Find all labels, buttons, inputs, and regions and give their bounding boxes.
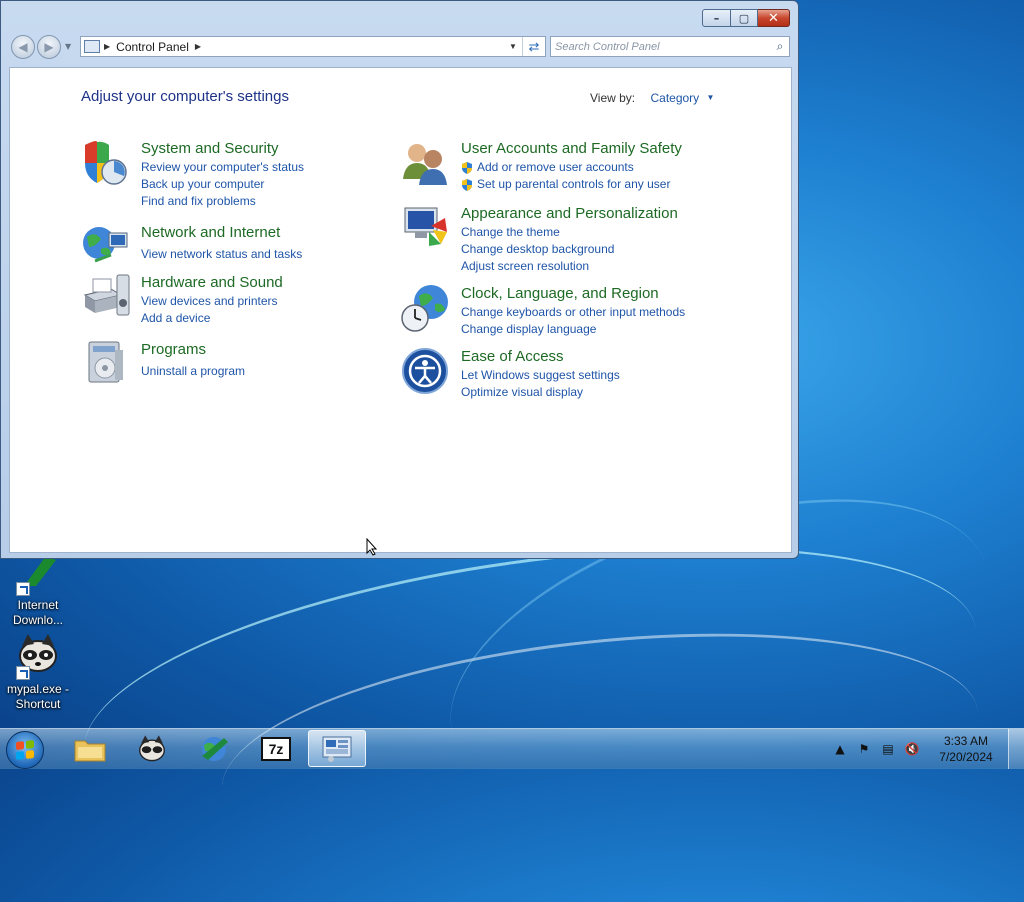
category-title[interactable]: Programs bbox=[141, 340, 441, 360]
ease-of-access-icon[interactable] bbox=[401, 347, 451, 395]
back-arrow-icon: ◀ bbox=[18, 40, 28, 54]
minimize-icon: – bbox=[713, 11, 720, 25]
printer-speaker-icon[interactable] bbox=[81, 273, 131, 321]
file-explorer-icon bbox=[74, 740, 106, 761]
refresh-icon: ⇄ bbox=[528, 38, 540, 54]
breadcrumb-arrow-icon[interactable]: ▶ bbox=[195, 42, 201, 51]
view-by-label: View by: bbox=[590, 91, 636, 105]
category-title[interactable]: Ease of Access bbox=[461, 347, 761, 367]
back-button[interactable]: ◀ bbox=[11, 35, 35, 59]
maximize-icon: ▢ bbox=[738, 11, 750, 25]
category-link[interactable]: View devices and printers bbox=[141, 293, 441, 310]
taskbar-control-panel[interactable] bbox=[308, 730, 366, 767]
category-link[interactable]: Set up parental controls for any user bbox=[461, 176, 761, 193]
category-link[interactable]: Uninstall a program bbox=[141, 363, 441, 380]
view-by: View by: Category ▼ bbox=[590, 91, 714, 105]
category-link[interactable]: Find and fix problems bbox=[141, 193, 441, 210]
taskbar-file-explorer[interactable] bbox=[62, 730, 118, 767]
clock[interactable]: 3:33 AM 7/20/2024 bbox=[930, 733, 1002, 765]
system-tray: ▲ ⚑ ▤ 🔇 3:33 AM 7/20/2024 bbox=[826, 729, 1024, 769]
control-panel-window[interactable]: – ▢ ✕ ◀ ▶ ▼ ▶ Control Panel ▶ ▼ ⇄ ⌕ bbox=[0, 0, 799, 559]
category-title[interactable]: Network and Internet bbox=[141, 223, 441, 243]
control-panel-icon bbox=[322, 736, 352, 762]
search-icon[interactable]: ⌕ bbox=[771, 39, 789, 54]
uac-shield-icon bbox=[462, 161, 472, 174]
action-center-flag-icon[interactable]: ⚑ bbox=[854, 742, 874, 756]
refresh-button[interactable]: ⇄ bbox=[522, 37, 545, 56]
search-input[interactable] bbox=[551, 39, 771, 54]
internet-download-manager-icon bbox=[16, 556, 60, 596]
raccoon-icon bbox=[16, 632, 60, 680]
category-link[interactable]: Add a device bbox=[141, 310, 441, 327]
view-by-dropdown[interactable]: Category bbox=[650, 91, 699, 105]
caption-buttons: – ▢ ✕ bbox=[702, 9, 790, 27]
category-title[interactable]: Clock, Language, and Region bbox=[461, 284, 761, 304]
category-title[interactable]: User Accounts and Family Safety bbox=[461, 139, 761, 159]
taskbar-7zip[interactable]: 7z bbox=[248, 730, 304, 767]
category-link[interactable]: Change desktop background bbox=[461, 241, 761, 258]
mypal-raccoon-icon bbox=[139, 734, 165, 761]
taskbar: 7z ▲ ⚑ ▤ 🔇 3:33 AM 7/20/2024 bbox=[0, 728, 1024, 769]
page-title: Adjust your computer's settings bbox=[81, 88, 289, 105]
minimize-button[interactable]: – bbox=[702, 9, 731, 27]
uac-shield-icon bbox=[462, 178, 472, 191]
programs-icon[interactable] bbox=[81, 340, 131, 388]
close-button[interactable]: ✕ bbox=[758, 9, 790, 27]
desktop-icon-label: mypal.exe - Shortcut bbox=[6, 682, 70, 711]
category-link[interactable]: Change the theme bbox=[461, 224, 761, 241]
chevron-down-icon[interactable]: ▼ bbox=[707, 93, 715, 102]
clock-globe-icon[interactable] bbox=[401, 284, 451, 332]
forward-button[interactable]: ▶ bbox=[37, 35, 61, 59]
monitor-colors-icon[interactable] bbox=[401, 204, 451, 252]
internet-download-manager-icon bbox=[202, 736, 228, 761]
shortcut-arrow-icon bbox=[16, 666, 30, 680]
category-title[interactable]: System and Security bbox=[141, 139, 441, 159]
navigation-bar: ◀ ▶ ▼ ▶ Control Panel ▶ ▼ ⇄ ⌕ bbox=[9, 34, 790, 60]
control-panel-small-icon bbox=[84, 40, 100, 53]
category-link[interactable]: View network status and tasks bbox=[141, 246, 441, 263]
shortcut-arrow-icon bbox=[16, 582, 30, 596]
maximize-button[interactable]: ▢ bbox=[731, 9, 758, 27]
show-hidden-icons-icon[interactable]: ▲ bbox=[830, 742, 850, 756]
category-link[interactable]: Let Windows suggest settings bbox=[461, 367, 761, 384]
desktop-icon-label: Internet Downlo... bbox=[12, 598, 64, 627]
desktop-icon-mypal[interactable]: mypal.exe - Shortcut bbox=[3, 632, 73, 712]
show-desktop-button[interactable] bbox=[1008, 729, 1024, 769]
taskbar-mypal[interactable] bbox=[124, 730, 180, 767]
category-title[interactable]: Appearance and Personalization bbox=[461, 204, 761, 224]
desktop-icon-internet-download-manager[interactable]: Internet Downlo... bbox=[3, 556, 73, 628]
windows-logo-icon bbox=[16, 740, 34, 760]
category-link[interactable]: Review your computer's status bbox=[141, 159, 441, 176]
network-icon[interactable]: ▤ bbox=[878, 742, 898, 756]
category-link[interactable]: Add or remove user accounts bbox=[461, 159, 761, 176]
clock-date: 7/20/2024 bbox=[939, 750, 993, 764]
forward-arrow-icon: ▶ bbox=[44, 40, 54, 54]
breadcrumb-control-panel[interactable]: Control Panel bbox=[116, 40, 189, 54]
category-link[interactable]: Change display language bbox=[461, 321, 761, 338]
category-link[interactable]: Change keyboards or other input methods bbox=[461, 304, 761, 321]
category-link[interactable]: Back up your computer bbox=[141, 176, 441, 193]
taskbar-internet-download-manager[interactable] bbox=[186, 730, 242, 767]
search-box[interactable]: ⌕ bbox=[550, 36, 790, 57]
network-globe-icon[interactable] bbox=[81, 223, 131, 271]
category-title[interactable]: Hardware and Sound bbox=[141, 273, 441, 293]
volume-muted-icon[interactable]: 🔇 bbox=[902, 742, 922, 756]
control-panel-content: Adjust your computer's settings View by:… bbox=[9, 67, 792, 553]
category-link-label: Set up parental controls for any user bbox=[477, 177, 671, 191]
category-link-label: Add or remove user accounts bbox=[477, 160, 634, 174]
7zip-icon: 7z bbox=[261, 736, 291, 761]
category-link[interactable]: Adjust screen resolution bbox=[461, 258, 761, 275]
address-bar[interactable]: ▶ Control Panel ▶ ▼ ⇄ bbox=[80, 36, 546, 57]
breadcrumb-arrow-icon[interactable]: ▶ bbox=[104, 42, 110, 51]
users-icon[interactable] bbox=[401, 139, 451, 187]
clock-time: 3:33 AM bbox=[943, 734, 989, 748]
mouse-cursor-icon bbox=[366, 538, 378, 556]
recent-pages-dropdown-icon[interactable]: ▼ bbox=[65, 42, 71, 51]
category-link[interactable]: Optimize visual display bbox=[461, 384, 761, 401]
close-icon: ✕ bbox=[768, 10, 779, 26]
7zip-label: 7z bbox=[268, 740, 284, 757]
shield-security-icon[interactable] bbox=[81, 139, 131, 187]
address-dropdown-icon[interactable]: ▼ bbox=[504, 42, 522, 51]
start-button[interactable] bbox=[6, 731, 44, 769]
